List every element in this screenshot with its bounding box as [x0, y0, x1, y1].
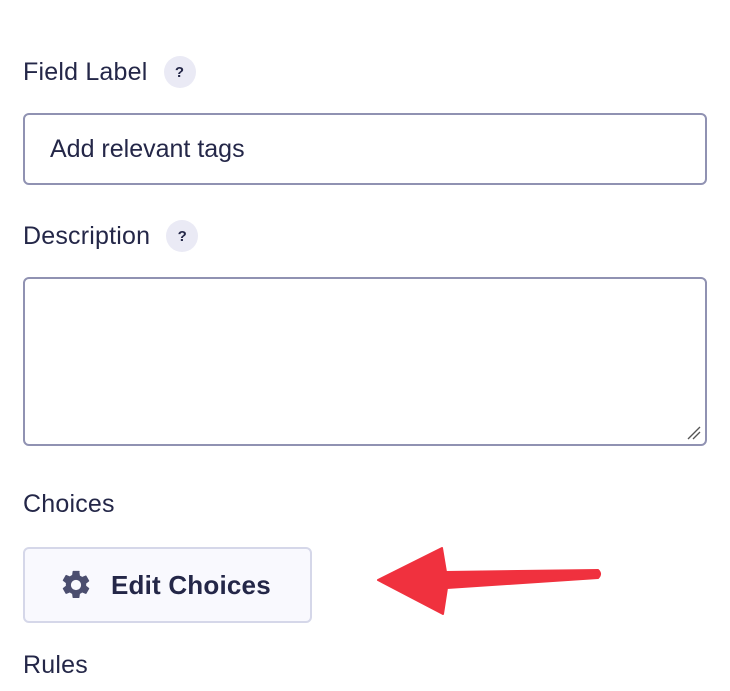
description-heading: Description	[23, 221, 151, 250]
description-row: Description ?	[23, 220, 199, 252]
rules-row: Rules	[23, 651, 88, 680]
field-label-heading: Field Label	[23, 57, 148, 86]
gear-icon	[59, 568, 93, 602]
rules-heading: Rules	[23, 651, 88, 679]
description-textarea[interactable]	[23, 277, 707, 446]
field-label-row: Field Label ?	[23, 56, 196, 88]
edit-choices-label: Edit Choices	[111, 569, 271, 600]
description-help-icon[interactable]: ?	[166, 220, 199, 252]
field-label-input[interactable]	[23, 113, 707, 185]
choices-heading: Choices	[23, 490, 115, 518]
resize-handle-icon[interactable]	[687, 426, 701, 440]
arrow-left-icon	[377, 547, 601, 615]
edit-choices-button[interactable]: Edit Choices	[23, 547, 312, 623]
choices-row: Choices	[23, 490, 115, 519]
field-label-help-icon[interactable]: ?	[163, 56, 196, 88]
